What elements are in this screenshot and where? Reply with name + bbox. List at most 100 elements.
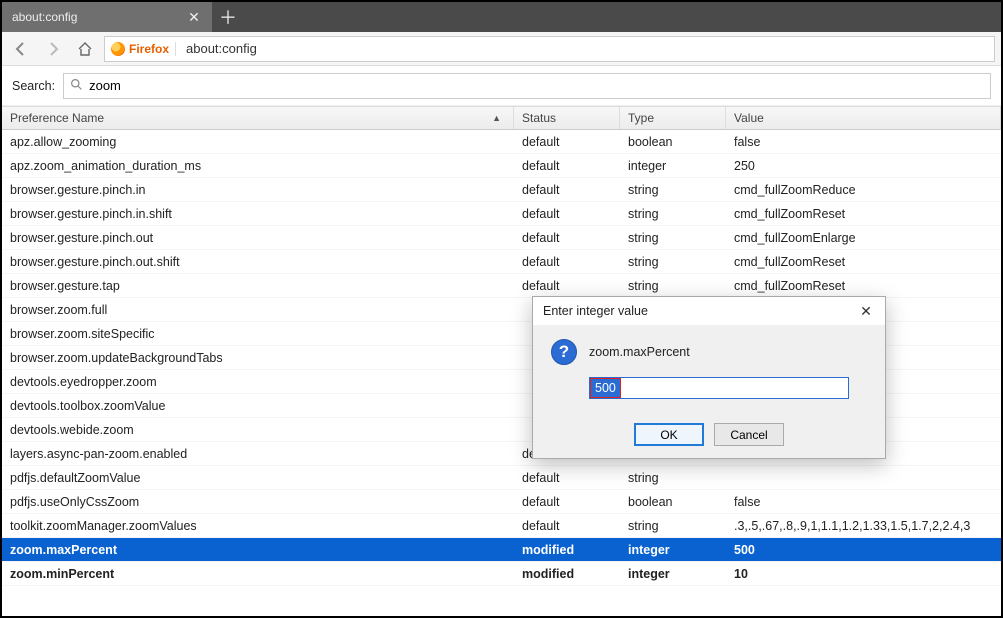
- identity-label: Firefox: [129, 42, 169, 56]
- table-row[interactable]: zoom.maxPercentmodifiedinteger500: [2, 538, 1001, 562]
- cell-value: false: [726, 130, 1001, 153]
- dialog-pref-name: zoom.maxPercent: [589, 345, 690, 359]
- url-bar[interactable]: Firefox about:config: [104, 36, 995, 62]
- tab-title: about:config: [12, 10, 77, 24]
- cell-name: zoom.maxPercent: [2, 538, 514, 561]
- search-label: Search:: [12, 79, 55, 93]
- table-row[interactable]: browser.gesture.pinch.in.shiftdefaultstr…: [2, 202, 1001, 226]
- cell-status: default: [514, 178, 620, 201]
- cell-name: devtools.webide.zoom: [2, 418, 514, 441]
- table-row[interactable]: apz.zoom_animation_duration_msdefaultint…: [2, 154, 1001, 178]
- column-header-type[interactable]: Type: [620, 107, 726, 129]
- arrow-right-icon: [45, 41, 61, 57]
- dialog-titlebar: Enter integer value ✕: [533, 297, 885, 325]
- search-input[interactable]: [89, 78, 984, 93]
- column-header-status[interactable]: Status: [514, 107, 620, 129]
- search-icon: [70, 78, 83, 94]
- cell-status: default: [514, 274, 620, 297]
- cell-status: default: [514, 514, 620, 537]
- cell-value: 500: [726, 538, 1001, 561]
- cell-status: default: [514, 250, 620, 273]
- close-icon[interactable]: ✕: [851, 299, 881, 323]
- cell-value: cmd_fullZoomEnlarge: [726, 226, 1001, 249]
- cell-name: zoom.minPercent: [2, 562, 514, 585]
- cell-status: default: [514, 130, 620, 153]
- cell-value: 250: [726, 154, 1001, 177]
- cell-name: browser.zoom.updateBackgroundTabs: [2, 346, 514, 369]
- browser-tab[interactable]: about:config ✕: [2, 2, 212, 32]
- cell-type: string: [620, 514, 726, 537]
- dialog-value-input[interactable]: 500: [589, 377, 849, 399]
- cell-value: cmd_fullZoomReset: [726, 274, 1001, 297]
- cell-name: browser.gesture.tap: [2, 274, 514, 297]
- cell-name: apz.zoom_animation_duration_ms: [2, 154, 514, 177]
- search-box[interactable]: [63, 73, 991, 99]
- cell-type: string: [620, 226, 726, 249]
- table-row[interactable]: browser.gesture.pinch.outdefaultstringcm…: [2, 226, 1001, 250]
- dialog-title: Enter integer value: [543, 304, 648, 318]
- cancel-button[interactable]: Cancel: [714, 423, 784, 446]
- cell-type: boolean: [620, 490, 726, 513]
- new-tab-button[interactable]: ＋: [212, 2, 244, 32]
- cell-type: string: [620, 250, 726, 273]
- cell-name: browser.gesture.pinch.in: [2, 178, 514, 201]
- cell-value: false: [726, 490, 1001, 513]
- firefox-icon: [111, 42, 125, 56]
- column-header-value[interactable]: Value: [726, 107, 1001, 129]
- table-row[interactable]: zoom.minPercentmodifiedinteger10: [2, 562, 1001, 586]
- cell-type: integer: [620, 538, 726, 561]
- cell-name: browser.zoom.full: [2, 298, 514, 321]
- home-button[interactable]: [72, 36, 98, 62]
- table-row[interactable]: browser.gesture.tapdefaultstringcmd_full…: [2, 274, 1001, 298]
- table-row[interactable]: browser.gesture.pinch.out.shiftdefaultst…: [2, 250, 1001, 274]
- cell-name: browser.gesture.pinch.out.shift: [2, 250, 514, 273]
- cell-value: .3,.5,.67,.8,.9,1,1.1,1.2,1.33,1.5,1.7,2…: [726, 514, 1001, 537]
- back-button[interactable]: [8, 36, 34, 62]
- sort-ascending-icon: ▲: [492, 113, 501, 123]
- arrow-left-icon: [13, 41, 29, 57]
- cell-status: default: [514, 466, 620, 489]
- home-icon: [77, 41, 93, 57]
- cell-type: string: [620, 274, 726, 297]
- cell-status: default: [514, 226, 620, 249]
- cell-name: browser.zoom.siteSpecific: [2, 322, 514, 345]
- ok-button[interactable]: OK: [634, 423, 704, 446]
- table-row[interactable]: pdfjs.defaultZoomValuedefaultstring: [2, 466, 1001, 490]
- cell-value: cmd_fullZoomReduce: [726, 178, 1001, 201]
- column-header-name[interactable]: Preference Name ▲: [2, 107, 514, 129]
- cell-name: apz.allow_zooming: [2, 130, 514, 153]
- cell-name: devtools.eyedropper.zoom: [2, 370, 514, 393]
- prefs-table-header: Preference Name ▲ Status Type Value: [2, 106, 1001, 130]
- identity-box[interactable]: Firefox: [111, 42, 176, 56]
- cell-status: default: [514, 154, 620, 177]
- forward-button[interactable]: [40, 36, 66, 62]
- cell-name: pdfjs.defaultZoomValue: [2, 466, 514, 489]
- cell-type: string: [620, 202, 726, 225]
- table-row[interactable]: browser.gesture.pinch.indefaultstringcmd…: [2, 178, 1001, 202]
- nav-toolbar: Firefox about:config: [2, 32, 1001, 66]
- close-icon[interactable]: ✕: [186, 9, 202, 25]
- cell-status: default: [514, 490, 620, 513]
- table-row[interactable]: pdfjs.useOnlyCssZoomdefaultbooleanfalse: [2, 490, 1001, 514]
- cell-name: layers.async-pan-zoom.enabled: [2, 442, 514, 465]
- cell-value: 10: [726, 562, 1001, 585]
- cell-type: integer: [620, 562, 726, 585]
- cell-name: browser.gesture.pinch.out: [2, 226, 514, 249]
- config-search-row: Search:: [2, 66, 1001, 106]
- cell-value: cmd_fullZoomReset: [726, 202, 1001, 225]
- cell-status: modified: [514, 538, 620, 561]
- cell-type: integer: [620, 154, 726, 177]
- cell-name: browser.gesture.pinch.in.shift: [2, 202, 514, 225]
- table-row[interactable]: toolkit.zoomManager.zoomValuesdefaultstr…: [2, 514, 1001, 538]
- url-text: about:config: [180, 41, 257, 56]
- table-row[interactable]: apz.allow_zoomingdefaultbooleanfalse: [2, 130, 1001, 154]
- cell-status: default: [514, 202, 620, 225]
- dialog-input-selection: 500: [590, 378, 621, 398]
- cell-status: modified: [514, 562, 620, 585]
- cell-value: cmd_fullZoomReset: [726, 250, 1001, 273]
- cell-name: devtools.toolbox.zoomValue: [2, 394, 514, 417]
- cell-name: pdfjs.useOnlyCssZoom: [2, 490, 514, 513]
- cell-name: toolkit.zoomManager.zoomValues: [2, 514, 514, 537]
- prompt-dialog: Enter integer value ✕ ? zoom.maxPercent …: [532, 296, 886, 459]
- question-icon: ?: [551, 339, 577, 365]
